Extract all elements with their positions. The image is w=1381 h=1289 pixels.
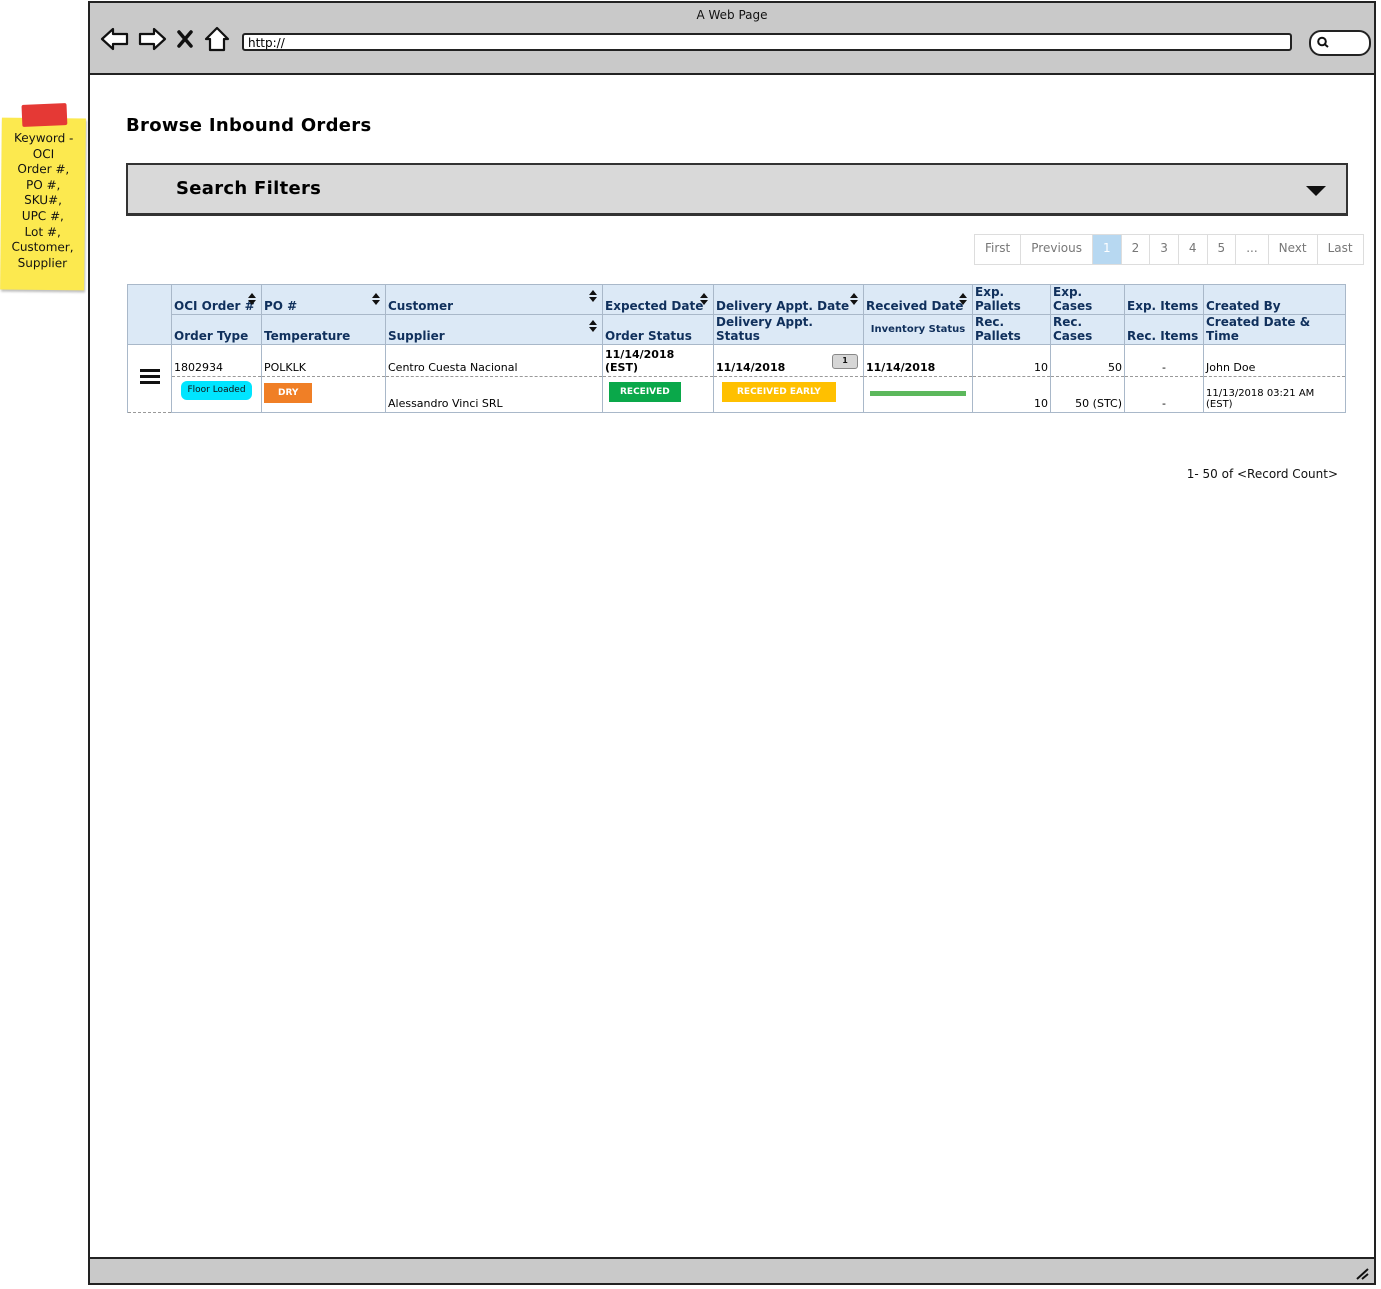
cell-customer: Centro Cuesta Nacional — [385, 344, 603, 377]
search-filters-label: Search Filters — [176, 178, 322, 199]
table-row: Floor Loaded DRY Alessandro Vinci SRL RE… — [128, 376, 1346, 413]
pagination-page-1[interactable]: 1 — [1091, 235, 1121, 264]
cell-expected-date: 11/14/2018 (EST) — [602, 344, 714, 377]
column-header-inventory-status: Inventory Status — [863, 314, 973, 345]
page-title: Browse Inbound Orders — [126, 115, 372, 136]
cell-exp-cases: 50 — [1050, 344, 1125, 377]
sort-icon[interactable] — [589, 290, 598, 302]
cell-inventory-status — [863, 376, 973, 413]
cell-po: POLKLK — [261, 344, 386, 377]
pagination-page-4[interactable]: 4 — [1177, 235, 1207, 264]
cell-rec-items: - — [1124, 376, 1204, 413]
cell-delivery-appt-status: RECEIVED EARLY — [713, 376, 864, 413]
delivery-appt-date-text: 11/14/2018 — [716, 361, 786, 374]
cell-rec-cases: 50 (STC) — [1050, 376, 1125, 413]
cell-delivery-appt-date: 11/14/2018 1 — [713, 344, 864, 377]
delivery-appt-status-badge: RECEIVED EARLY — [722, 382, 836, 402]
browser-toolbar: A Web Page http:// — [90, 3, 1374, 75]
pagination-first[interactable]: First — [975, 235, 1021, 264]
column-header-oci-order[interactable]: OCI Order # — [171, 284, 262, 315]
order-type-badge: Floor Loaded — [181, 381, 252, 400]
column-header-exp-pallets: Exp. Pallets — [972, 284, 1051, 315]
column-header-order-type: Order Type — [171, 314, 262, 345]
pagination: First Previous 1 2 3 4 5 ... Next Last — [974, 234, 1364, 265]
cell-exp-pallets: 10 — [972, 344, 1051, 377]
column-header-temperature: Temperature — [261, 314, 386, 345]
cell-order-status: RECEIVED — [602, 376, 714, 413]
column-header-supplier[interactable]: Supplier — [385, 314, 603, 345]
search-filters-panel[interactable]: Search Filters — [126, 163, 1348, 216]
stop-icon[interactable] — [174, 25, 196, 53]
cell-order-type: Floor Loaded — [171, 376, 262, 413]
header-menu-column — [127, 284, 172, 345]
pagination-page-5[interactable]: 5 — [1206, 235, 1236, 264]
column-header-rec-pallets: Rec. Pallets — [972, 314, 1051, 345]
column-header-order-status: Order Status — [602, 314, 714, 345]
column-header-created-by: Created By — [1203, 284, 1346, 315]
row-menu-cell[interactable] — [127, 344, 172, 413]
pagination-page-3[interactable]: 3 — [1149, 235, 1178, 264]
pagination-page-2[interactable]: 2 — [1120, 235, 1150, 264]
table-row: 1802934 POLKLK Centro Cuesta Nacional 11… — [127, 344, 1346, 413]
column-header-created-datetime: Created Date & Time — [1203, 314, 1346, 345]
cell-exp-items: - — [1124, 344, 1204, 377]
sort-icon[interactable] — [700, 293, 709, 305]
back-arrow-icon[interactable] — [100, 25, 130, 53]
cell-created-datetime: 11/13/2018 03:21 AM (EST) — [1203, 376, 1346, 413]
resize-grip-icon[interactable] — [1354, 1266, 1370, 1280]
pagination-next[interactable]: Next — [1267, 235, 1317, 264]
sort-icon[interactable] — [959, 293, 968, 305]
search-icon — [1317, 36, 1329, 48]
pagination-ellipsis: ... — [1235, 235, 1268, 264]
sort-icon[interactable] — [589, 320, 598, 332]
cell-oci-order[interactable]: 1802934 — [171, 344, 262, 377]
address-bar[interactable]: http:// — [242, 33, 1292, 51]
home-icon[interactable] — [202, 25, 232, 53]
sticky-note: Keyword - OCI Order #, PO #, SKU#, UPC #… — [0, 103, 86, 291]
table-header-row: OCI Order # PO # Customer Expected Date … — [127, 284, 1346, 345]
column-header-rec-items: Rec. Items — [1124, 314, 1204, 345]
cell-received-date: 11/14/2018 — [863, 344, 973, 377]
column-header-received-date[interactable]: Received Date — [863, 284, 973, 315]
appt-count-badge[interactable]: 1 — [832, 354, 858, 369]
browser-statusbar — [90, 1257, 1374, 1283]
table-header-row: Order Type Temperature Supplier Order St… — [128, 314, 1346, 345]
pagination-previous[interactable]: Previous — [1020, 235, 1092, 264]
cell-created-by: John Doe — [1203, 344, 1346, 377]
record-count: 1- 50 of <Record Count> — [1186, 467, 1338, 481]
browser-window: A Web Page http:// Browse Inbound Orders… — [88, 1, 1376, 1285]
cell-supplier: Alessandro Vinci SRL — [385, 376, 603, 413]
order-status-badge: RECEIVED — [609, 382, 681, 402]
column-header-delivery-appt-date[interactable]: Delivery Appt. Date — [713, 284, 864, 315]
orders-table: OCI Order # PO # Customer Expected Date … — [127, 284, 1346, 413]
cell-temperature: DRY — [261, 376, 386, 413]
browser-search[interactable] — [1309, 30, 1371, 56]
temperature-badge: DRY — [264, 383, 313, 403]
column-header-customer[interactable]: Customer — [385, 284, 603, 315]
column-header-delivery-appt-status: Delivery Appt. Status — [713, 314, 864, 345]
column-header-expected-date[interactable]: Expected Date — [602, 284, 714, 315]
sort-icon[interactable] — [372, 293, 381, 305]
window-title: A Web Page — [696, 8, 768, 22]
column-header-po[interactable]: PO # — [261, 284, 386, 315]
caret-down-icon[interactable] — [1306, 186, 1326, 196]
pagination-last[interactable]: Last — [1316, 235, 1363, 264]
column-header-exp-cases: Exp. Cases — [1050, 284, 1125, 315]
sort-icon[interactable] — [248, 293, 257, 305]
cell-rec-pallets: 10 — [972, 376, 1051, 413]
sticky-note-text: Keyword - OCI Order #, PO #, SKU#, UPC #… — [11, 130, 74, 271]
sticky-tape — [21, 103, 68, 127]
column-header-rec-cases: Rec. Cases — [1050, 314, 1125, 345]
hamburger-menu-icon[interactable] — [139, 366, 160, 387]
forward-arrow-icon[interactable] — [137, 25, 167, 53]
inventory-status-bar — [870, 391, 966, 396]
sort-icon[interactable] — [850, 293, 859, 305]
column-header-exp-items: Exp. Items — [1124, 284, 1204, 315]
